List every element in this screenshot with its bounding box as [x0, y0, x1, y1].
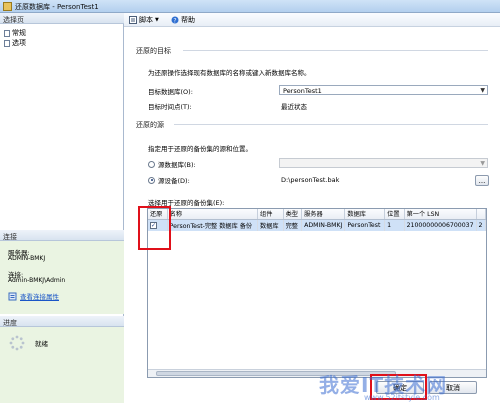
- from-database-radio[interactable]: 源数据库(B):: [148, 159, 196, 169]
- from-device-value: D:\personTest.bak: [281, 176, 340, 184]
- progress-panel: 就绪: [0, 327, 124, 403]
- col-position[interactable]: 位置: [384, 209, 405, 220]
- backup-sets-table: 还原 名称 组件 类型 服务器 数据库 位置 第一个 LSN ✓ PersonT…: [148, 209, 486, 231]
- view-connection-properties-link[interactable]: 查看连接属性: [20, 291, 59, 301]
- table-row[interactable]: ✓ PersonTest-完整 数据库 备份 数据库 完整 ADMIN-BMKJ…: [148, 219, 486, 231]
- svg-text:?: ?: [173, 17, 176, 24]
- cell-database: PersonTest: [344, 219, 386, 231]
- cell-extra: 2: [476, 219, 486, 231]
- from-database-label: 源数据库(B):: [158, 161, 196, 169]
- script-button[interactable]: 脚本 ▼: [129, 15, 159, 25]
- cell-server: ADMIN-BMKJ: [301, 219, 346, 231]
- help-label: 帮助: [181, 16, 195, 24]
- page-icon: [4, 39, 10, 47]
- cell-position: 1: [384, 219, 405, 231]
- divider: [183, 50, 488, 51]
- window-title: 还原数据库 - PersonTest1: [15, 3, 99, 11]
- nav-item-general[interactable]: 常规: [4, 28, 26, 38]
- nav-item-general-label: 常规: [12, 29, 26, 37]
- nav-item-options[interactable]: 选项: [4, 38, 26, 48]
- progress-status: 就绪: [35, 340, 48, 348]
- connection-panel: 服务器: ADMIN-BMKJ 连接: Admin-BMKJ\Admin 查看连…: [0, 241, 124, 314]
- restore-source-hint: 指定用于还原的备份集的源和位置。: [148, 145, 252, 153]
- dest-db-value: PersonTest1: [283, 87, 322, 95]
- browse-button[interactable]: ...: [475, 175, 489, 186]
- dest-db-combo[interactable]: PersonTest1 ▼: [279, 85, 488, 95]
- script-label: 脚本: [139, 16, 153, 24]
- dest-db-label: 目标数据库(O):: [148, 88, 193, 96]
- from-device-label: 源设备(D):: [158, 177, 190, 185]
- table-header-row: 还原 名称 组件 类型 服务器 数据库 位置 第一个 LSN: [148, 209, 486, 220]
- help-button[interactable]: ? 帮助: [171, 15, 195, 25]
- col-component[interactable]: 组件: [257, 209, 284, 220]
- help-icon: ?: [171, 16, 179, 24]
- page-icon: [4, 29, 10, 37]
- col-name[interactable]: 名称: [167, 209, 259, 220]
- chevron-down-icon: ▼: [480, 160, 485, 167]
- col-server[interactable]: 服务器: [301, 209, 346, 220]
- dest-time-value: 最近状态: [281, 103, 307, 111]
- connection-header: 连接: [0, 230, 124, 241]
- radio-on: [148, 176, 155, 184]
- properties-icon: [8, 292, 17, 300]
- script-icon: [129, 16, 137, 24]
- cell-component: 数据库: [257, 219, 284, 231]
- col-first-lsn[interactable]: 第一个 LSN: [404, 209, 477, 220]
- server-value: ADMIN-BMKJ: [8, 255, 46, 262]
- col-extra[interactable]: [476, 209, 486, 220]
- spinner-icon: [9, 335, 25, 351]
- highlight-box: [138, 206, 171, 250]
- app-icon: [3, 2, 12, 11]
- backup-sets-grid: 还原 名称 组件 类型 服务器 数据库 位置 第一个 LSN ✓ PersonT…: [147, 208, 487, 378]
- left-pane: 选择页 常规 选项 连接 服务器: ADMIN-BMKJ 连接: Admin-B…: [0, 13, 124, 403]
- cell-type: 完整: [283, 219, 303, 231]
- cell-name: PersonTest-完整 数据库 备份: [167, 219, 259, 231]
- from-device-radio[interactable]: 源设备(D):: [148, 175, 190, 185]
- nav-item-options-label: 选项: [12, 39, 26, 47]
- progress-header: 进度: [0, 316, 124, 327]
- from-database-combo[interactable]: ▼: [279, 158, 488, 168]
- dest-time-label: 目标时间点(T):: [148, 103, 192, 111]
- cell-first-lsn: 21000000006700037: [404, 219, 477, 231]
- restore-target-group-label: 还原的目标: [136, 47, 171, 55]
- radio-off: [148, 160, 155, 168]
- chevron-down-icon: ▼: [480, 87, 485, 94]
- restore-source-group-label: 还原的源: [136, 121, 164, 129]
- title-bar: 还原数据库 - PersonTest1: [0, 0, 500, 13]
- divider: [174, 124, 488, 125]
- select-page-header: 选择页: [0, 13, 124, 24]
- chevron-down-icon: ▼: [155, 17, 159, 23]
- toolbar: 脚本 ▼ ? 帮助: [124, 13, 500, 27]
- restore-target-hint: 为还原操作选择现有数据库的名称或键入新数据库名称。: [148, 69, 311, 77]
- col-type[interactable]: 类型: [283, 209, 303, 220]
- connection-value: Admin-BMKJ\Admin: [8, 277, 66, 284]
- col-database[interactable]: 数据库: [344, 209, 386, 220]
- watermark-url: www.52itstyle.com: [364, 393, 440, 402]
- main-pane: 脚本 ▼ ? 帮助 还原的目标 为还原操作选择现有数据库的名称或键入新数据库名称…: [124, 13, 500, 403]
- view-connection-properties[interactable]: 查看连接属性: [8, 291, 59, 301]
